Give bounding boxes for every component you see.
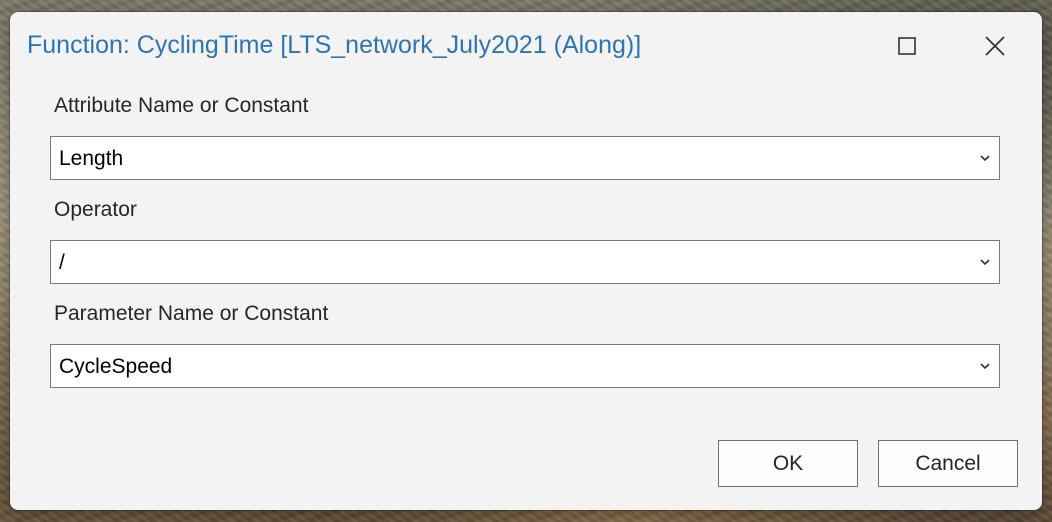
attribute-label: Attribute Name or Constant xyxy=(54,94,309,117)
dialog-title: Function: CyclingTime [LTS_network_July2… xyxy=(27,31,642,59)
chevron-down-icon xyxy=(980,363,990,370)
ok-button[interactable]: OK xyxy=(718,440,858,487)
parameter-select[interactable]: CycleSpeed xyxy=(50,344,1000,388)
close-icon xyxy=(985,36,1005,56)
dialog-titlebar[interactable]: Function: CyclingTime [LTS_network_July2… xyxy=(10,12,1042,78)
attribute-select-value: Length xyxy=(59,147,124,170)
chevron-down-icon xyxy=(980,259,990,266)
close-button[interactable] xyxy=(971,26,1019,66)
operator-select[interactable]: / xyxy=(50,240,1000,284)
attribute-select[interactable]: Length xyxy=(50,136,1000,180)
operator-label: Operator xyxy=(54,198,137,221)
parameter-label: Parameter Name or Constant xyxy=(54,302,329,325)
cancel-button[interactable]: Cancel xyxy=(878,440,1018,487)
function-dialog: Function: CyclingTime [LTS_network_July2… xyxy=(10,12,1042,510)
maximize-button[interactable] xyxy=(883,26,931,66)
parameter-select-value: CycleSpeed xyxy=(59,355,173,378)
operator-select-value: / xyxy=(59,251,65,274)
chevron-down-icon xyxy=(980,155,990,162)
maximize-icon xyxy=(898,37,916,55)
